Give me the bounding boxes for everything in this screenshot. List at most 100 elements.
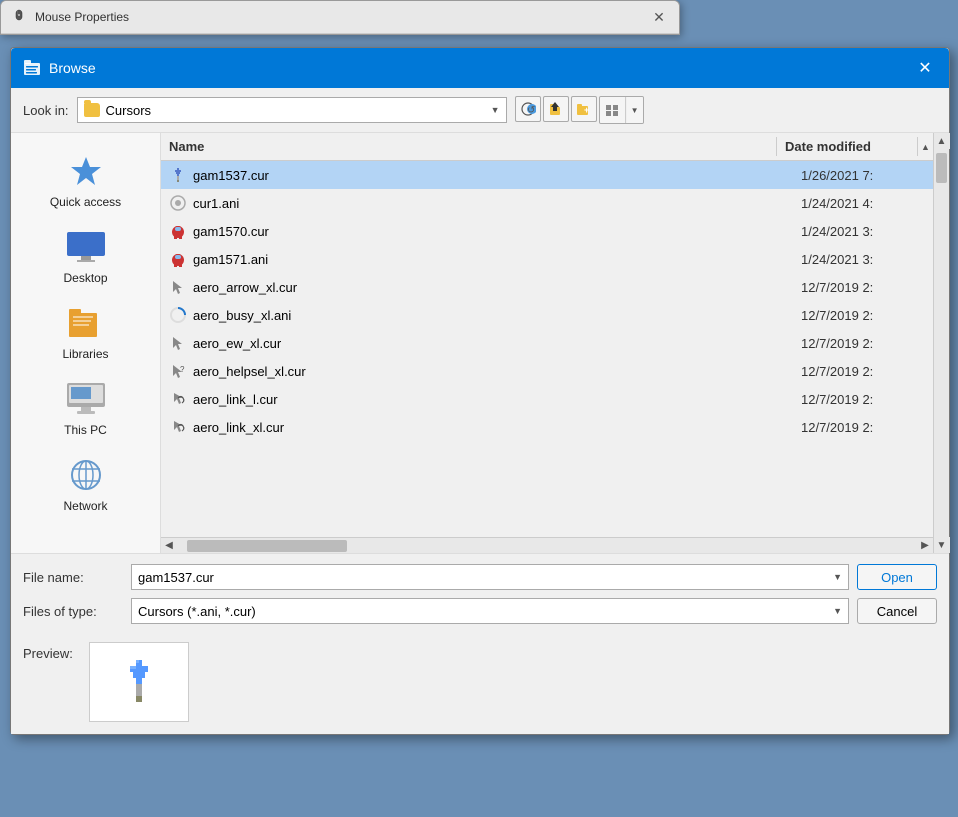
file-row-date: 1/26/2021 7: — [793, 168, 933, 183]
this-pc-label: This PC — [64, 423, 107, 437]
open-button[interactable]: Open — [857, 564, 937, 590]
browse-title-text: Browse — [49, 60, 905, 76]
file-row[interactable]: aero_link_l.cur 12/7/2019 2: — [161, 385, 933, 413]
hscroll-thumb[interactable] — [187, 540, 347, 552]
scroll-down-button[interactable]: ▼ — [934, 537, 950, 553]
up-folder-button[interactable] — [543, 96, 569, 122]
browse-preview-area: Preview: — [11, 634, 949, 734]
file-name-text: cur1.ani — [193, 196, 239, 211]
preview-box — [89, 642, 189, 722]
sidebar-item-quick-access[interactable]: Quick access — [21, 143, 151, 214]
mouse-properties-title: Mouse Properties — [35, 10, 641, 24]
file-name-text: aero_helpsel_xl.cur — [193, 364, 306, 379]
file-name-text: gam1537.cur — [193, 168, 269, 183]
file-icon: ? — [169, 362, 187, 380]
horizontal-scrollbar[interactable]: ◀ ▶ — [161, 537, 933, 553]
filename-dropdown-arrow: ▼ — [833, 572, 842, 582]
filetype-dropdown-arrow: ▼ — [833, 606, 842, 616]
scroll-up-arrow[interactable]: ▲ — [921, 142, 930, 152]
mouse-properties-titlebar: Mouse Properties ✕ — [1, 1, 679, 34]
file-icon — [169, 418, 187, 436]
file-row-name: gam1570.cur — [161, 222, 793, 240]
column-date: Date modified — [777, 137, 917, 156]
browse-sidebar: Quick access Desktop — [11, 133, 161, 553]
browse-title-icon — [23, 59, 41, 77]
look-in-dropdown[interactable]: Cursors ▼ — [77, 97, 507, 123]
filetype-value: Cursors (*.ani, *.cur) — [138, 604, 256, 619]
hscroll-left-button[interactable]: ◀ — [161, 538, 177, 554]
file-row[interactable]: gam1537.cur 1/26/2021 7: — [161, 161, 933, 189]
file-row-name: aero_busy_xl.ani — [161, 306, 793, 324]
file-name-text: aero_arrow_xl.cur — [193, 280, 297, 295]
svg-text:?: ? — [180, 365, 185, 374]
browse-filelist: Name Date modified ▲ — [161, 133, 933, 553]
filetype-field[interactable]: Cursors (*.ani, *.cur) ▼ — [131, 598, 849, 624]
file-row[interactable]: aero_link_xl.cur 12/7/2019 2: — [161, 413, 933, 441]
view-dropdown-button[interactable]: ▼ — [627, 97, 643, 123]
file-row-name: gam1537.cur — [161, 166, 793, 184]
file-row-name: ? aero_helpsel_xl.cur — [161, 362, 793, 380]
file-row-name: aero_arrow_xl.cur — [161, 278, 793, 296]
sidebar-item-this-pc[interactable]: This PC — [21, 371, 151, 442]
file-row[interactable]: aero_busy_xl.ani 12/7/2019 2: — [161, 301, 933, 329]
file-name-text: gam1570.cur — [193, 224, 269, 239]
hscroll-right-button[interactable]: ▶ — [917, 538, 933, 554]
file-icon — [169, 334, 187, 352]
file-icon — [169, 390, 187, 408]
file-name-text: aero_ew_xl.cur — [193, 336, 281, 351]
dropdown-arrow-icon: ▼ — [491, 105, 500, 115]
quick-access-label: Quick access — [50, 195, 121, 209]
libraries-icon — [66, 303, 106, 343]
scroll-thumb[interactable] — [936, 153, 947, 183]
cancel-button[interactable]: Cancel — [857, 598, 937, 624]
view-button[interactable] — [600, 97, 626, 123]
network-label: Network — [63, 499, 107, 513]
file-row-date: 1/24/2021 4: — [793, 196, 933, 211]
filename-label: File name: — [23, 570, 123, 585]
sidebar-item-network[interactable]: Network — [21, 447, 151, 518]
file-row-name: cur1.ani — [161, 194, 793, 212]
look-in-value: Cursors — [106, 103, 485, 118]
file-row-date: 12/7/2019 2: — [793, 308, 933, 323]
new-folder-button[interactable]: + — [571, 96, 597, 122]
filetype-label: Files of type: — [23, 604, 123, 619]
file-row[interactable]: aero_arrow_xl.cur 12/7/2019 2: — [161, 273, 933, 301]
folder-icon — [84, 103, 100, 117]
file-icon — [169, 222, 187, 240]
browse-bottom: File name: gam1537.cur ▼ Open Files of t… — [11, 553, 949, 634]
file-row[interactable]: gam1570.cur 1/24/2021 3: — [161, 217, 933, 245]
sidebar-item-libraries[interactable]: Libraries — [21, 295, 151, 366]
toolbar-buttons: ↺ + — [515, 96, 644, 124]
vertical-scrollbar[interactable]: ▲ ▼ — [933, 133, 949, 553]
browse-titlebar: Browse ✕ — [11, 48, 949, 88]
file-row-name: aero_link_xl.cur — [161, 418, 793, 436]
filename-field[interactable]: gam1537.cur ▼ — [131, 564, 849, 590]
file-row-date: 12/7/2019 2: — [793, 364, 933, 379]
sidebar-item-desktop[interactable]: Desktop — [21, 219, 151, 290]
filename-row: File name: gam1537.cur ▼ Open — [23, 564, 937, 590]
libraries-label: Libraries — [62, 347, 108, 361]
mouse-properties-icon — [11, 9, 27, 25]
file-row-date: 1/24/2021 3: — [793, 224, 933, 239]
mouse-properties-close-button[interactable]: ✕ — [649, 7, 669, 27]
back-button[interactable]: ↺ — [515, 96, 541, 122]
preview-label: Preview: — [23, 642, 73, 661]
file-row-name: gam1571.ani — [161, 250, 793, 268]
file-icon — [169, 278, 187, 296]
browse-dialog: Browse ✕ Look in: Cursors ▼ ↺ — [10, 47, 950, 735]
file-icon — [169, 166, 187, 184]
hscroll-track — [177, 538, 917, 553]
file-row-date: 1/24/2021 3: — [793, 252, 933, 267]
svg-text:↺: ↺ — [527, 105, 535, 116]
file-row-date: 12/7/2019 2: — [793, 336, 933, 351]
file-row[interactable]: cur1.ani 1/24/2021 4: — [161, 189, 933, 217]
file-row[interactable]: aero_ew_xl.cur 12/7/2019 2: — [161, 329, 933, 357]
browse-main: Quick access Desktop — [11, 133, 949, 553]
view-button-group: ▼ — [599, 96, 644, 124]
scroll-up-button[interactable]: ▲ — [934, 133, 950, 149]
network-icon — [66, 455, 106, 495]
file-row[interactable]: gam1571.ani 1/24/2021 3: — [161, 245, 933, 273]
file-row[interactable]: ? aero_helpsel_xl.cur 12/7/2019 2: — [161, 357, 933, 385]
file-row-name: aero_ew_xl.cur — [161, 334, 793, 352]
browse-close-button[interactable]: ✕ — [913, 56, 937, 80]
